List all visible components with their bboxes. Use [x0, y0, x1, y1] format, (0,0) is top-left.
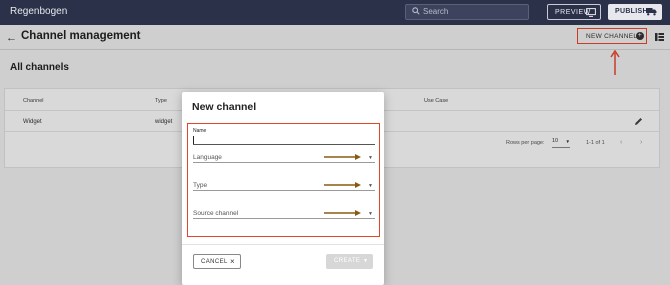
text-caret — [193, 136, 194, 144]
cancel-label: CANCEL — [201, 259, 228, 265]
dropdown-icon: ▼ — [363, 258, 369, 264]
annotation-arrow-right — [324, 182, 361, 188]
preview-icon — [586, 8, 596, 17]
dialog-fields-highlight: Name Language ▼ Type ▼ Source channel ▼ — [187, 123, 380, 237]
language-select-label: Language — [193, 154, 222, 161]
preview-button[interactable]: PREVIEW — [547, 4, 601, 20]
search-placeholder: Search — [423, 7, 449, 16]
new-channel-dialog: New channel Name Language ▼ Type ▼ Sourc… — [182, 92, 384, 285]
dropdown-icon: ▼ — [368, 183, 373, 189]
type-select-label: Type — [193, 182, 208, 189]
create-button[interactable]: CREATE ▼ — [326, 254, 373, 269]
name-field[interactable] — [193, 135, 375, 145]
dropdown-icon: ▼ — [368, 155, 373, 161]
dropdown-icon: ▼ — [368, 211, 373, 217]
type-select[interactable]: Type ▼ — [193, 181, 375, 191]
search-icon — [412, 7, 420, 15]
publish-label: PUBLISH — [615, 8, 648, 15]
publish-button[interactable]: PUBLISH — [608, 4, 662, 20]
annotation-arrow-right — [324, 210, 361, 216]
app-name: Regenbogen — [10, 6, 68, 17]
search-input[interactable]: Search — [405, 4, 529, 20]
truck-icon — [646, 8, 657, 16]
source-channel-select[interactable]: Source channel ▼ — [193, 209, 375, 219]
close-icon: × — [230, 257, 236, 266]
create-label: CREATE — [334, 258, 361, 264]
language-select[interactable]: Language ▼ — [193, 153, 375, 163]
annotation-arrow-right — [324, 154, 361, 160]
name-field-label: Name — [193, 128, 207, 134]
cancel-button[interactable]: CANCEL × — [193, 254, 241, 269]
top-bar: Regenbogen Search PREVIEW PUBLISH — [0, 0, 670, 25]
dialog-divider — [182, 244, 384, 245]
dialog-title: New channel — [192, 101, 257, 113]
source-channel-select-label: Source channel — [193, 210, 239, 217]
